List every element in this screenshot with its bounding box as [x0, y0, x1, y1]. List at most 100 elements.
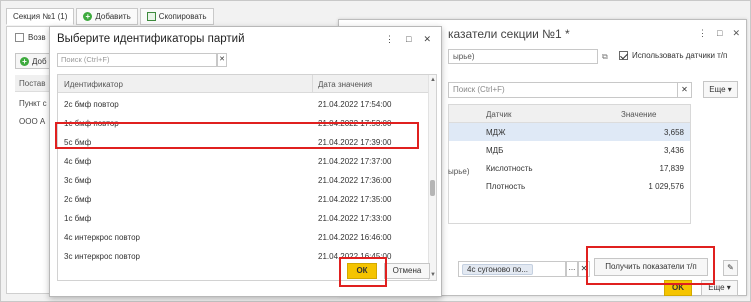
row-date: 21.04.2022 17:53:00 [318, 119, 392, 128]
sensor-row[interactable]: Плотность 1 029,576 [449, 177, 690, 195]
column-divider [312, 75, 313, 93]
sensor-value: 3,436 [663, 146, 684, 155]
table-row[interactable]: 4с интеркрос повтор 21.04.2022 16:46:00 [58, 228, 430, 246]
select-batch-ids-dialog: Выберите идентификаторы партий ⋮ □ ✕ Пои… [49, 26, 442, 297]
add-row-label: Доб [32, 56, 47, 66]
section-bar: Секция №1 (1) + Добавить Скопировать [6, 6, 214, 26]
org-cell[interactable]: ООО А [19, 117, 45, 126]
sensor-name: Кислотность [486, 164, 533, 173]
dialog-cancel-button[interactable]: Отмена [384, 263, 430, 279]
scroll-up-icon[interactable]: ▲ [430, 77, 436, 83]
row-date: 21.04.2022 17:39:00 [318, 138, 392, 147]
add-section-button[interactable]: + Добавить [76, 7, 138, 25]
sensor-row[interactable]: МДЖ 3,658 [449, 123, 690, 141]
close-icon[interactable]: ✕ [732, 28, 740, 39]
maximize-icon[interactable]: □ [406, 34, 411, 45]
table-header: Идентификатор Дата значения [58, 75, 430, 93]
close-icon[interactable]: ✕ [423, 34, 431, 45]
row-prefix-text: ырье) [448, 167, 470, 176]
row-id: 1с бмф [64, 214, 92, 223]
more-label: Еще [709, 85, 726, 94]
row-date: 21.04.2022 17:36:00 [318, 176, 392, 185]
sensor-row[interactable]: Кислотность 17,839 [449, 159, 690, 177]
dialog-title: Выберите идентификаторы партий [57, 33, 245, 45]
open-link-icon[interactable]: ⧉ [602, 52, 608, 62]
form-search-clear-icon[interactable]: ✕ [677, 82, 692, 98]
sensor-value: 3,658 [663, 128, 684, 137]
sensor-column-header[interactable]: Датчик [486, 110, 512, 119]
sensors-grid-header: Датчик Значение [449, 105, 690, 123]
more-label: Еще [708, 283, 725, 292]
use-sensors-checkbox-row[interactable]: Использовать датчики т/п [619, 51, 727, 60]
clear-field-icon[interactable]: ✕ [578, 261, 590, 277]
batch-ids-field[interactable]: 4с сугоново по... [458, 261, 566, 277]
section-tab-label: Секция №1 (1) [13, 11, 68, 21]
table-row[interactable]: 3с бмф 21.04.2022 17:36:00 [58, 171, 430, 189]
form-title: казатели секции №1 * [448, 27, 570, 41]
return-checkbox-label: Возв [28, 33, 46, 42]
batch-ids-table: Идентификатор Дата значения 2с бмф повто… [57, 74, 437, 281]
row-date: 21.04.2022 17:54:00 [318, 100, 392, 109]
form-more-button-bottom[interactable]: Еще ▾ [701, 280, 738, 296]
date-column-header[interactable]: Дата значения [318, 80, 372, 89]
use-sensors-checkbox[interactable] [619, 51, 628, 60]
return-checkbox[interactable] [15, 33, 24, 42]
select-button[interactable]: ... [566, 261, 578, 277]
row-date: 21.04.2022 16:45:00 [318, 252, 392, 261]
maximize-icon[interactable]: □ [717, 28, 722, 39]
window-controls: ⋮ □ ✕ [698, 28, 740, 39]
copy-icon [146, 11, 156, 21]
row-id: 5с бмф [64, 138, 92, 147]
row-id: 1с бмф повтор [64, 119, 119, 128]
copy-section-label: Скопировать [158, 11, 207, 21]
row-id: 4с бмф [64, 157, 92, 166]
table-row[interactable]: 1с бмф 21.04.2022 17:33:00 [58, 209, 430, 227]
edit-icon[interactable]: ✎ [723, 260, 738, 276]
sensor-name: МДБ [486, 146, 504, 155]
dialog-search-input[interactable]: Поиск (Ctrl+F) [57, 53, 217, 67]
scroll-down-icon[interactable]: ▼ [430, 272, 436, 278]
value-column-header[interactable]: Значение [621, 110, 656, 119]
row-id: 2с бмф [64, 195, 92, 204]
raw-material-field[interactable]: ырье) [448, 49, 598, 64]
table-scrollbar[interactable]: ▲ ▼ [428, 75, 436, 280]
row-id: 2с бмф повтор [64, 100, 119, 109]
copy-section-button[interactable]: Скопировать [139, 7, 214, 25]
row-id: 3с интеркрос повтор [64, 252, 140, 261]
search-clear-icon[interactable]: ✕ [217, 53, 227, 67]
form-more-button[interactable]: Еще ▾ [703, 81, 738, 98]
row-date: 21.04.2022 17:37:00 [318, 157, 392, 166]
sensor-value: 17,839 [659, 164, 684, 173]
point-cell[interactable]: Пункт с [19, 99, 47, 108]
id-column-header[interactable]: Идентификатор [64, 80, 123, 89]
row-date: 21.04.2022 17:33:00 [318, 214, 392, 223]
section-tab[interactable]: Секция №1 (1) [6, 7, 75, 25]
more-menu-icon[interactable]: ⋮ [385, 34, 394, 45]
batch-id-chip[interactable]: 4с сугоново по... [462, 264, 534, 275]
more-menu-icon[interactable]: ⋮ [698, 28, 707, 39]
add-section-label: Добавить [95, 11, 131, 21]
row-id: 3с бмф [64, 176, 92, 185]
table-row[interactable]: 2с бмф 21.04.2022 17:35:00 [58, 190, 430, 208]
dialog-ok-button[interactable]: ОК [347, 263, 377, 279]
get-indicators-button[interactable]: Получить показатели т/п [594, 258, 708, 276]
plus-icon: + [20, 56, 29, 66]
row-id: 4с интеркрос повтор [64, 233, 140, 242]
plus-icon: + [83, 11, 93, 21]
table-row[interactable]: 4с бмф 21.04.2022 17:37:00 [58, 152, 430, 170]
row-date: 21.04.2022 17:35:00 [318, 195, 392, 204]
return-checkbox-row[interactable]: Возв [15, 33, 46, 42]
sensor-name: Плотность [486, 182, 526, 191]
form-search-input[interactable]: Поиск (Ctrl+F) [448, 82, 692, 98]
use-sensors-label: Использовать датчики т/п [632, 51, 728, 60]
table-row[interactable]: 5с бмф 21.04.2022 17:39:00 [58, 133, 430, 151]
sensor-row[interactable]: МДБ 3,436 [449, 141, 690, 159]
row-date: 21.04.2022 16:46:00 [318, 233, 392, 242]
form-ok-button[interactable]: OK [664, 280, 692, 296]
table-row[interactable]: 2с бмф повтор 21.04.2022 17:54:00 [58, 95, 430, 113]
sensors-grid: Датчик Значение МДЖ 3,658 МДБ 3,436 Кислот… [448, 104, 691, 224]
sensor-name: МДЖ [486, 128, 506, 137]
table-row[interactable]: 1с бмф повтор 21.04.2022 17:53:00 [58, 114, 430, 132]
scrollbar-thumb[interactable] [430, 180, 435, 196]
dialog-window-controls: ⋮ □ ✕ [385, 34, 431, 45]
